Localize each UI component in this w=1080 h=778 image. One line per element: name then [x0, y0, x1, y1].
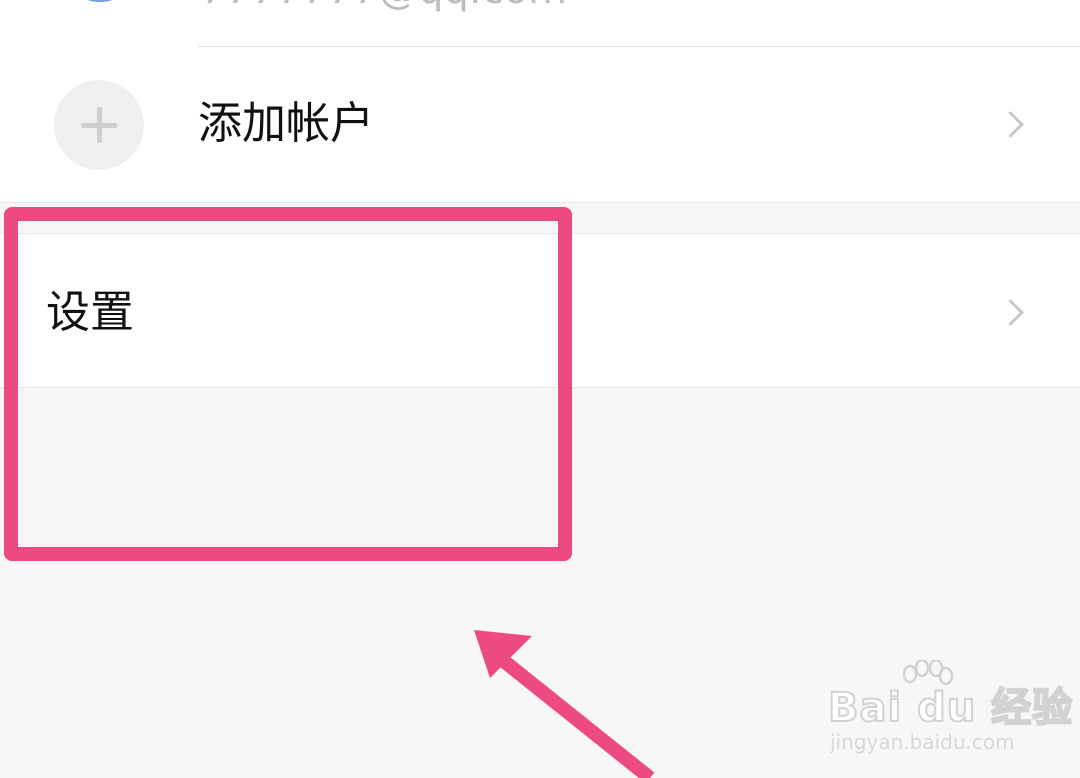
arrow-annotation: [474, 630, 655, 778]
baidu-jingyan-watermark: Bai du 经验 jingyan.baidu.com: [827, 660, 1073, 760]
chevron-right-icon: [997, 111, 1024, 138]
highlight-annotation-box: [4, 207, 572, 561]
chevron-right-icon: [997, 299, 1024, 326]
plus-icon: [54, 80, 144, 170]
account-list: 7777777@qq.com 添加帐户: [0, 0, 1080, 202]
add-account-label: 添加帐户: [198, 98, 374, 149]
watermark-url: jingyan.baidu.com: [830, 730, 1015, 754]
add-account-row[interactable]: 添加帐户: [0, 47, 1080, 202]
section-divider: [0, 202, 1080, 203]
watermark-brand: Bai du 经验: [827, 685, 1074, 731]
account-row[interactable]: 7777777@qq.com: [0, 0, 1080, 46]
account-avatar: [58, 0, 142, 2]
account-email: 7777777@qq.com: [200, 0, 567, 10]
